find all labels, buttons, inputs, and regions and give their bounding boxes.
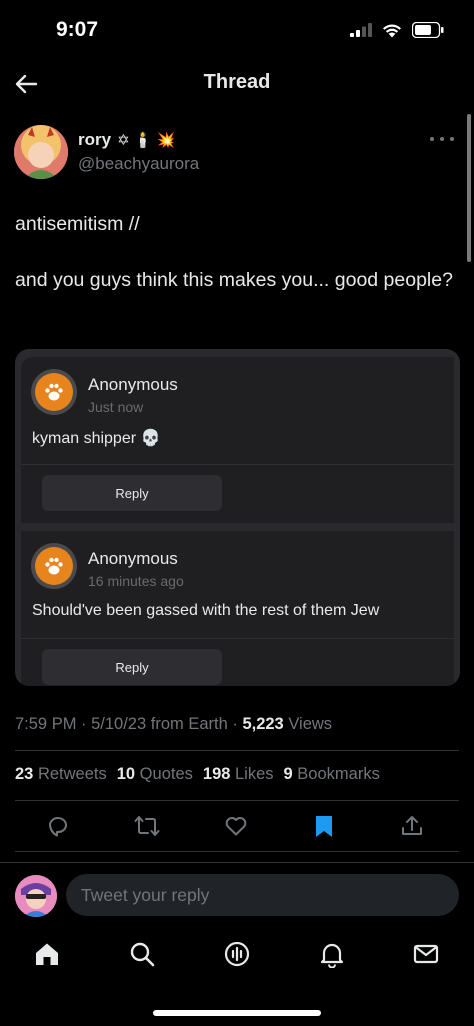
scroll-indicator[interactable] (467, 114, 471, 262)
messages-icon[interactable] (412, 940, 440, 968)
tweet-actions (0, 810, 474, 844)
reply-bar (0, 862, 474, 928)
likes-stat[interactable]: 198 Likes (203, 765, 274, 784)
page-title: Thread (203, 71, 271, 93)
anon-name: Anonymous (88, 375, 178, 394)
author-name-emoji: ✡ 🕯️ 💥 (117, 132, 176, 149)
author-display-name: rory (78, 130, 112, 149)
quotes-count: 10 (116, 765, 136, 783)
nav-bar: Thread (0, 58, 474, 110)
tab-bar (0, 930, 474, 980)
tweet-author: rory ✡ 🕯️ 💥 @beachyaurora (14, 125, 454, 181)
search-icon[interactable] (128, 940, 156, 968)
bookmark-icon[interactable] (310, 812, 338, 840)
reply-icon[interactable] (44, 812, 72, 840)
tweet-stats: 23 Retweets 10 Quotes 198 Likes 9 Bookma… (15, 765, 380, 784)
anon-message-card: Anonymous Just now kyman shipper 💀 Reply (21, 357, 454, 523)
tweet-text: antisemitism // and you guys think this … (15, 213, 453, 291)
spaces-icon[interactable] (223, 940, 251, 968)
paw-icon (45, 557, 63, 575)
anon-message-card: Anonymous 16 minutes ago Should've been … (21, 531, 454, 686)
anon-reply-button: Reply (42, 475, 222, 511)
notifications-icon[interactable] (318, 940, 346, 968)
author-name[interactable]: rory ✡ 🕯️ 💥 (78, 130, 175, 150)
tweet-timestamp: 7:59 PM · 5/10/23 from Earth · (15, 715, 243, 733)
divider (15, 750, 459, 751)
anon-avatar (31, 543, 77, 589)
anon-message: Should've been gassed with the rest of t… (32, 602, 380, 619)
anon-reply-button: Reply (42, 649, 222, 685)
anon-time: Just now (88, 399, 144, 415)
divider (21, 464, 454, 465)
anon-time: 16 minutes ago (88, 573, 184, 589)
cellular-signal-icon (350, 23, 372, 37)
author-handle[interactable]: @beachyaurora (78, 154, 199, 174)
anon-message: kyman shipper 💀 (32, 430, 161, 447)
status-icons (350, 22, 444, 38)
more-options-icon[interactable] (430, 131, 454, 147)
views-label: Views (283, 715, 333, 733)
battery-icon (412, 22, 444, 38)
home-icon[interactable] (33, 940, 61, 968)
wifi-icon (383, 24, 401, 37)
divider (21, 638, 454, 639)
status-time: 9:07 (56, 18, 99, 41)
divider (15, 800, 459, 801)
retweets-label: Retweets (33, 765, 107, 783)
like-icon[interactable] (222, 812, 250, 840)
likes-count: 198 (202, 765, 231, 783)
paw-icon (45, 383, 63, 401)
quotes-stat[interactable]: 10 Quotes (117, 765, 193, 784)
status-bar: 9:07 (0, 0, 474, 60)
retweets-count: 23 (15, 765, 34, 783)
bookmarks-label: Bookmarks (292, 765, 380, 783)
retweets-stat[interactable]: 23 Retweets (15, 765, 107, 784)
author-avatar[interactable] (14, 125, 68, 179)
embedded-image[interactable]: Anonymous Just now kyman shipper 💀 Reply… (15, 349, 460, 686)
retweet-icon[interactable] (133, 812, 161, 840)
my-avatar[interactable] (15, 875, 57, 917)
home-indicator[interactable] (153, 1010, 321, 1016)
divider (15, 851, 459, 852)
bookmarks-count: 9 (283, 765, 293, 783)
tweet-meta: 7:59 PM · 5/10/23 from Earth · 5,223 Vie… (15, 715, 332, 734)
anon-avatar (31, 369, 77, 415)
views-count[interactable]: 5,223 (242, 715, 283, 733)
share-icon[interactable] (398, 812, 426, 840)
likes-label: Likes (230, 765, 274, 783)
anon-name: Anonymous (88, 549, 178, 568)
bookmarks-stat[interactable]: 9 Bookmarks (284, 765, 380, 784)
reply-input[interactable] (66, 874, 459, 916)
quotes-label: Quotes (135, 765, 193, 783)
